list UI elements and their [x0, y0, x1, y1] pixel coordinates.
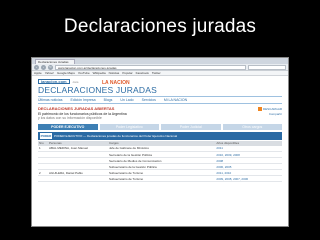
presentation-slide: Declaraciones juradas Declaraciones Jura… [0, 0, 320, 240]
content-header: DECLARACIONES JURADAS ABIERTAS El patrim… [38, 106, 282, 121]
web-page: lanacion.com data LA NACION DECLARACIONE… [32, 76, 288, 182]
row-number [38, 175, 48, 182]
site-menu: Últimas noticias Edición Impresa Blogs U… [38, 96, 282, 104]
brand-row: lanacion.com data [38, 76, 282, 84]
menu-item[interactable]: Mi LA NACION [164, 98, 187, 102]
menu-item[interactable]: Edición Impresa [71, 98, 96, 102]
position-cell: Subsecretario de Turismo [108, 175, 216, 182]
browser-window: Declaraciones Juradas ‹ › ↻ www.lanacion… [31, 57, 289, 227]
tab-otros-cargos[interactable]: Otros cargos [222, 123, 282, 130]
bookmark-item[interactable]: Yahoo! [45, 71, 54, 75]
content-note: y los datos con su información disponibl… [38, 116, 102, 120]
section-logo: PODER [40, 132, 52, 139]
bookmark-item[interactable]: Wikipedia [93, 71, 106, 75]
section-description: PODER EJECUTIVO — Declaraciones juradas … [54, 133, 178, 138]
tab-poder-legislativo[interactable]: Poder Legislativo [99, 123, 159, 130]
slide-title: Declaraciones juradas [63, 16, 257, 37]
browser-search-input[interactable] [248, 64, 286, 70]
rss-icon [257, 107, 262, 111]
share-link[interactable]: Compartir [269, 112, 282, 116]
back-button[interactable]: ‹ [34, 64, 39, 70]
reload-button[interactable]: ↻ [48, 64, 53, 70]
power-tabs: PODER EJECUTIVO Poder Legislativo Poder … [38, 123, 282, 130]
header-text: DECLARACIONES JURADAS ABIERTAS El patrim… [38, 106, 127, 121]
bookmark-item[interactable]: Twitter [152, 71, 161, 75]
download-label: DESCARGAR [262, 107, 282, 111]
bookmark-item[interactable]: YouTube [78, 71, 90, 75]
forward-button[interactable]: › [41, 64, 46, 70]
download-link[interactable]: DESCARGAR [257, 107, 282, 111]
table-row: Subsecretario de Turismo 2009, 2008, 200… [38, 175, 282, 182]
content-title: DECLARACIONES JURADAS ABIERTAS [38, 106, 115, 111]
page-heading: DECLARACIONES JURADAS [38, 85, 157, 95]
brand-subtitle: data [72, 79, 79, 84]
browser-tab[interactable]: Declaraciones Juradas [35, 59, 75, 64]
section-header: PODER PODER EJECUTIVO — Declaraciones ju… [38, 131, 282, 140]
menu-item[interactable]: Blogs [104, 98, 113, 102]
years-links[interactable]: 2009, 2008, 2007, 2006 [215, 175, 282, 182]
menu-item[interactable]: Un Lado [120, 98, 133, 102]
bookmark-item[interactable]: Apple [34, 71, 42, 75]
content-subtitle: El patrimonio de los funcionarios públic… [38, 111, 127, 116]
header-actions: DESCARGAR Compartir [257, 107, 282, 116]
bookmark-item[interactable]: Facebook [136, 71, 149, 75]
menu-item[interactable]: Últimas noticias [38, 98, 63, 102]
tab-poder-ejecutivo[interactable]: PODER EJECUTIVO [38, 123, 98, 130]
address-bar[interactable]: www.lanacion.com.ar/declaraciones-jurada… [55, 64, 246, 70]
person-name[interactable] [48, 175, 108, 182]
bookmark-item[interactable]: Noticias [109, 71, 120, 75]
site-data-logo[interactable]: lanacion.com [38, 79, 70, 84]
declarations-table: Nro Personas Cargos Años disponibles 1 A… [38, 140, 282, 182]
site-logo[interactable]: LA NACION [102, 80, 130, 86]
tab-poder-judicial[interactable]: Poder Judicial [161, 123, 221, 130]
navigation-bar: ‹ › ↻ www.lanacion.com.ar/declaraciones-… [32, 64, 288, 71]
bookmark-item[interactable]: Google Maps [57, 71, 75, 75]
menu-item[interactable]: Servicios [142, 98, 156, 102]
bookmark-item[interactable]: Popular [122, 71, 132, 75]
